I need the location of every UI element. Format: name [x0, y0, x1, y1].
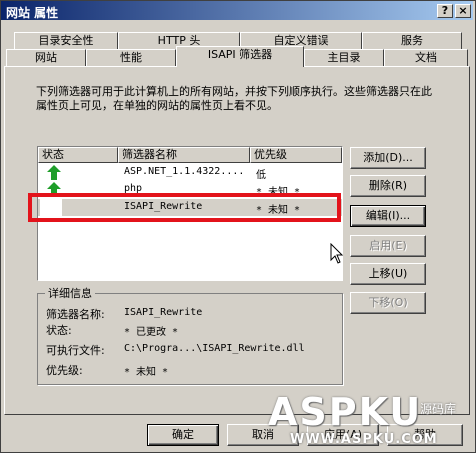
title-bar[interactable]: 网站 属性 ? × [1, 1, 473, 20]
watermark-url: WWW.ASPKU.COM [290, 432, 438, 447]
remove-button[interactable]: 删除(R) [350, 175, 426, 197]
watermark-brand: ASPKU [268, 390, 423, 434]
mouse-pointer-icon [330, 243, 344, 264]
close-button[interactable]: × [455, 4, 471, 18]
executable-value: C:\Progra...\ISAPI_Rewrite.dll [124, 343, 305, 354]
move-down-button[interactable]: 下移(O) [350, 292, 426, 314]
priority-label: 优先级: [46, 364, 83, 377]
column-header-name[interactable]: 筛选器名称 [118, 147, 250, 163]
tab-performance[interactable]: 性能 [86, 49, 176, 67]
ok-button[interactable]: 确定 [147, 424, 219, 446]
filter-name: ASP.NET_1.1.4322.... [124, 166, 245, 177]
priority-value: * 未知 * [124, 367, 169, 378]
tab-website[interactable]: 网站 [6, 49, 86, 67]
tab-documents[interactable]: 文档 [384, 49, 468, 67]
window-title: 网站 属性 [6, 6, 59, 20]
red-highlight-box [28, 193, 341, 222]
move-up-button[interactable]: 上移(U) [350, 263, 426, 285]
status-label: 状态: [46, 324, 72, 337]
tab-service[interactable]: 服务 [362, 32, 462, 50]
green-up-arrow-icon [47, 165, 61, 180]
details-group-label: 详细信息 [45, 285, 95, 301]
tab-home-directory[interactable]: 主目录 [304, 49, 384, 67]
description-text: 下列筛选器可用于此计算机上的所有网站，并按下列顺序执行。这些筛选器只在此属性页上… [36, 85, 432, 112]
column-header-priority[interactable]: 优先级 [250, 147, 342, 163]
filter-priority: 低 [256, 170, 266, 181]
aspku-watermark: ASPKU [268, 390, 422, 434]
watermark-cn: 源码库 [420, 402, 457, 416]
executable-label: 可执行文件: [46, 344, 105, 357]
filter-name-value: ISAPI_Rewrite [124, 307, 203, 318]
status-value: * 已更改 * [124, 327, 179, 338]
tab-isapi-filters[interactable]: ISAPI 筛选器 [176, 46, 304, 67]
tab-directory-security[interactable]: 目录安全性 [14, 32, 118, 50]
add-button[interactable]: 添加(D)... [350, 147, 426, 169]
enable-button[interactable]: 启用(E) [350, 235, 426, 257]
filter-row[interactable]: ASP.NET_1.1.4322.... 低 [38, 164, 342, 181]
filter-name-label: 筛选器名称: [46, 308, 105, 321]
column-header-status[interactable]: 状态 [38, 147, 118, 163]
help-button[interactable]: ? [437, 4, 453, 18]
edit-button[interactable]: 编辑(I)... [350, 205, 426, 227]
